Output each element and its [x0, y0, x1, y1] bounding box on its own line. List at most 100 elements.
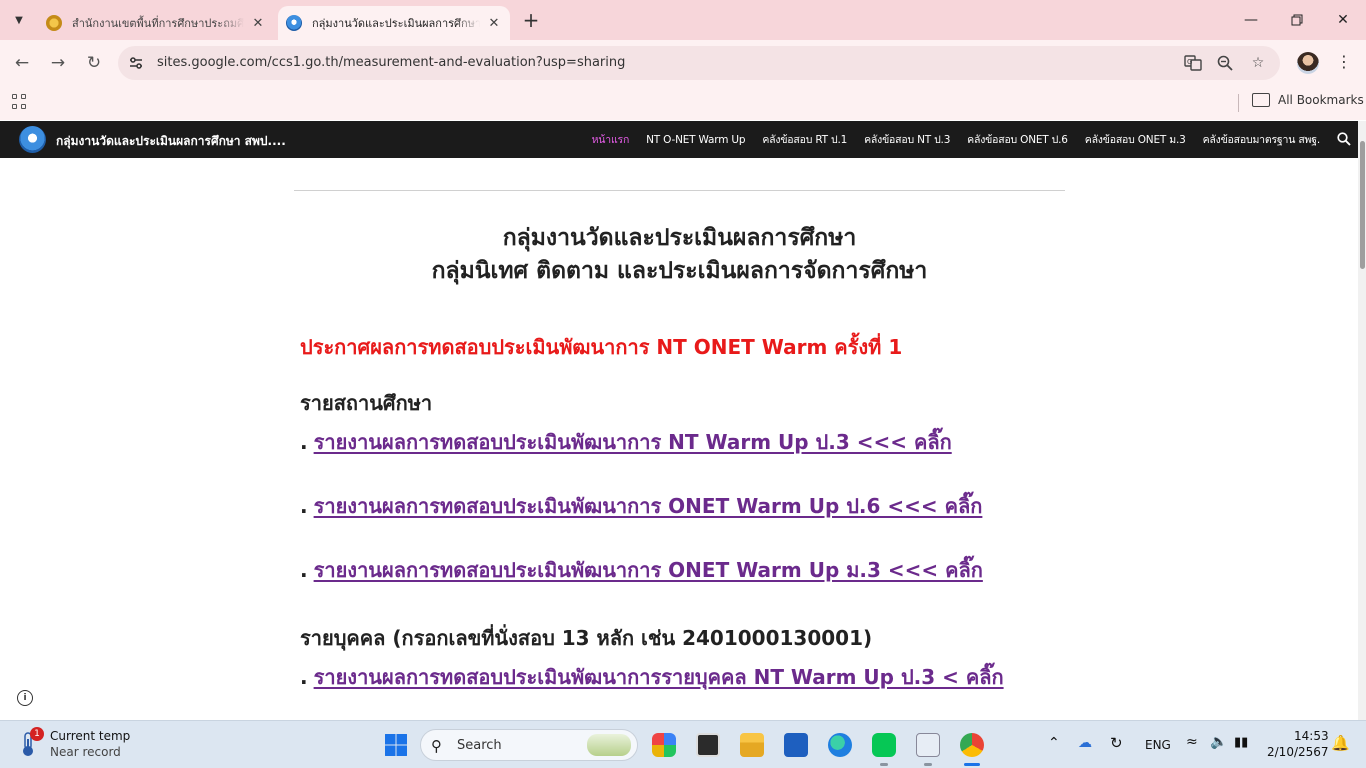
list-item: . รายงานผลการทดสอบประเมินพัฒนาการ ONET W…	[300, 490, 982, 522]
list-item: . รายงานผลการทดสอบประเมินพัฒนาการ NT War…	[300, 426, 952, 458]
all-bookmarks-button[interactable]: All Bookmarks	[1252, 93, 1364, 107]
info-icon[interactable]: i	[17, 690, 33, 706]
tab-search-button[interactable]: ▼	[7, 8, 31, 32]
restore-button[interactable]	[1274, 6, 1320, 34]
zoom-icon[interactable]	[1215, 53, 1235, 73]
arrow-right-icon: →	[50, 53, 66, 73]
report-link-individual-nt-p3[interactable]: รายงานผลการทดสอบประเมินพัฒนาการรายบุคคล …	[314, 661, 1004, 693]
minimize-icon: —	[1244, 12, 1258, 28]
section-individual-heading: รายบุคคล (กรอกเลขที่นั่งสอบ 13 หลัก เช่น…	[300, 626, 873, 650]
svg-text:G: G	[1187, 58, 1192, 66]
forward-button[interactable]: →	[45, 50, 71, 76]
school-seal-icon	[46, 15, 62, 31]
url-text[interactable]: sites.google.com/ccs1.go.th/measurement-…	[157, 55, 625, 70]
restore-icon	[1291, 14, 1303, 26]
star-icon[interactable]: ☆	[1248, 53, 1268, 73]
announcement-title: ประกาศผลการทดสอบประเมินพัฒนาการ NT ONET …	[300, 335, 903, 359]
report-link-onet-p6[interactable]: รายงานผลการทดสอบประเมินพัฒนาการ ONET War…	[314, 490, 983, 522]
line-app-icon[interactable]	[872, 733, 896, 757]
chevron-up-icon[interactable]: ⌃	[1048, 735, 1060, 751]
clock-date[interactable]: 2/10/2567	[1267, 745, 1329, 759]
nav-item-home[interactable]: หน้าแรก	[592, 131, 630, 148]
chevron-down-icon: ▼	[15, 14, 23, 26]
list-item: . รายงานผลการทดสอบประเมินพัฒนาการ ONET W…	[300, 554, 983, 586]
back-button[interactable]: ←	[9, 50, 35, 76]
bookmarks-divider	[1238, 94, 1239, 112]
wifi-icon[interactable]: ≈	[1186, 734, 1198, 750]
windows-start-icon[interactable]	[384, 733, 408, 757]
bullet: .	[300, 665, 308, 689]
plus-icon: +	[522, 8, 540, 32]
notification-badge: 1	[30, 727, 44, 741]
notification-bell-icon[interactable]: 🔔	[1331, 734, 1350, 752]
divider	[294, 190, 1065, 191]
site-logo-icon	[286, 15, 302, 31]
new-tab-button[interactable]: +	[519, 8, 543, 32]
section-school-heading: รายสถานศึกษา	[300, 391, 433, 415]
search-highlight-image	[587, 734, 631, 756]
site-title[interactable]: กลุ่มงานวัดและประเมินผลการศึกษา สพป....	[56, 132, 286, 151]
report-link-onet-m3[interactable]: รายงานผลการทดสอบประเมินพัฒนาการ ONET War…	[314, 554, 983, 586]
apps-grid-icon[interactable]	[12, 94, 28, 110]
weather-subtitle: Near record	[50, 745, 121, 759]
page-content: กลุ่มงานวัดและประเมินผลการศึกษา กลุ่มนิเ…	[0, 158, 1358, 720]
battery-icon[interactable]: ▮▮	[1234, 735, 1248, 750]
translate-icon[interactable]: G	[1183, 53, 1203, 73]
more-menu-icon[interactable]: ⋮	[1336, 52, 1352, 71]
bullet: .	[300, 558, 308, 582]
edge-browser-icon[interactable]	[828, 733, 852, 757]
page-heading-line1: กลุ่มงานวัดและประเมินผลการศึกษา	[502, 225, 857, 251]
reload-button[interactable]: ↻	[81, 50, 107, 76]
tab-title: สำนักงานเขตพื้นที่การศึกษาประถมศึกษา	[72, 17, 244, 30]
scrollbar-thumb[interactable]	[1360, 141, 1365, 269]
clock-time[interactable]: 14:53	[1294, 729, 1329, 743]
bullet: .	[300, 494, 308, 518]
onedrive-icon[interactable]: ☁	[1078, 735, 1092, 751]
windows-taskbar: 1 Current temp Near record ⚲ Search ⌃ ☁ …	[0, 720, 1366, 768]
task-manager-icon[interactable]	[916, 733, 940, 757]
bullet: .	[300, 430, 308, 454]
arrow-left-icon: ←	[14, 53, 30, 73]
nav-item-nt-p3[interactable]: คลังข้อสอบ NT ป.3	[864, 131, 950, 148]
tab-title: กลุ่มงานวัดและประเมินผลการศึกษา สพป.	[312, 17, 480, 30]
browser-toolbar: ← → ↻ sites.google.com/ccs1.go.th/measur…	[0, 40, 1366, 86]
browser-tab-1[interactable]: กลุ่มงานวัดและประเมินผลการศึกษา สพป. ✕	[278, 6, 510, 40]
minimize-button[interactable]: —	[1228, 6, 1274, 34]
page-heading-line2: กลุ่มนิเทศ ติดตาม และประเมินผลการจัดการศ…	[431, 258, 928, 284]
close-window-button[interactable]: ✕	[1320, 6, 1366, 34]
nav-item-onet-m3[interactable]: คลังข้อสอบ ONET ม.3	[1085, 131, 1186, 148]
bookmarks-bar: All Bookmarks	[0, 86, 1366, 120]
all-bookmarks-label: All Bookmarks	[1278, 93, 1364, 107]
copilot-icon[interactable]	[652, 733, 676, 757]
address-bar[interactable]: sites.google.com/ccs1.go.th/measurement-…	[118, 46, 1280, 80]
list-item: . รายงานผลการทดสอบประเมินพัฒนาการรายบุคค…	[300, 661, 1004, 693]
language-indicator[interactable]: ENG	[1145, 738, 1171, 752]
file-explorer-icon[interactable]	[740, 733, 764, 757]
active-indicator	[964, 763, 980, 766]
browser-tab-strip: ▼ สำนักงานเขตพื้นที่การศึกษาประถมศึกษา ✕…	[0, 0, 1366, 40]
nav-item-standard-exam[interactable]: คลังข้อสอบมาตรฐาน สพฐ.	[1203, 131, 1321, 148]
site-logo-icon[interactable]	[19, 126, 46, 153]
close-icon[interactable]: ✕	[250, 16, 266, 31]
folder-icon	[1252, 93, 1270, 107]
site-info-icon[interactable]	[128, 55, 144, 71]
profile-avatar[interactable]	[1297, 52, 1319, 74]
microsoft-store-icon[interactable]	[784, 733, 808, 757]
reload-icon: ↻	[86, 53, 102, 73]
task-view-icon[interactable]	[696, 733, 720, 757]
taskbar-search-box[interactable]: ⚲ Search	[420, 729, 638, 761]
volume-icon[interactable]: 🔈	[1210, 734, 1227, 750]
report-link-nt-p3[interactable]: รายงานผลการทดสอบประเมินพัฒนาการ NT Warm …	[314, 426, 952, 458]
nav-item-rt-p1[interactable]: คลังข้อสอบ RT ป.1	[762, 131, 847, 148]
search-icon[interactable]	[1337, 132, 1351, 146]
running-indicator	[880, 763, 888, 766]
site-header: กลุ่มงานวัดและประเมินผลการศึกษา สพป.... …	[0, 121, 1366, 158]
nav-item-nt-onet-warm-up[interactable]: NT O-NET Warm Up	[646, 134, 745, 146]
browser-tab-0[interactable]: สำนักงานเขตพื้นที่การศึกษาประถมศึกษา ✕	[38, 6, 274, 40]
running-indicator	[924, 763, 932, 766]
nav-item-onet-p6[interactable]: คลังข้อสอบ ONET ป.6	[967, 131, 1068, 148]
close-icon[interactable]: ✕	[486, 16, 502, 31]
sync-icon[interactable]: ↻	[1110, 734, 1123, 752]
chrome-browser-icon[interactable]	[960, 733, 984, 757]
site-navigation: หน้าแรก NT O-NET Warm Up คลังข้อสอบ RT ป…	[575, 121, 1321, 158]
